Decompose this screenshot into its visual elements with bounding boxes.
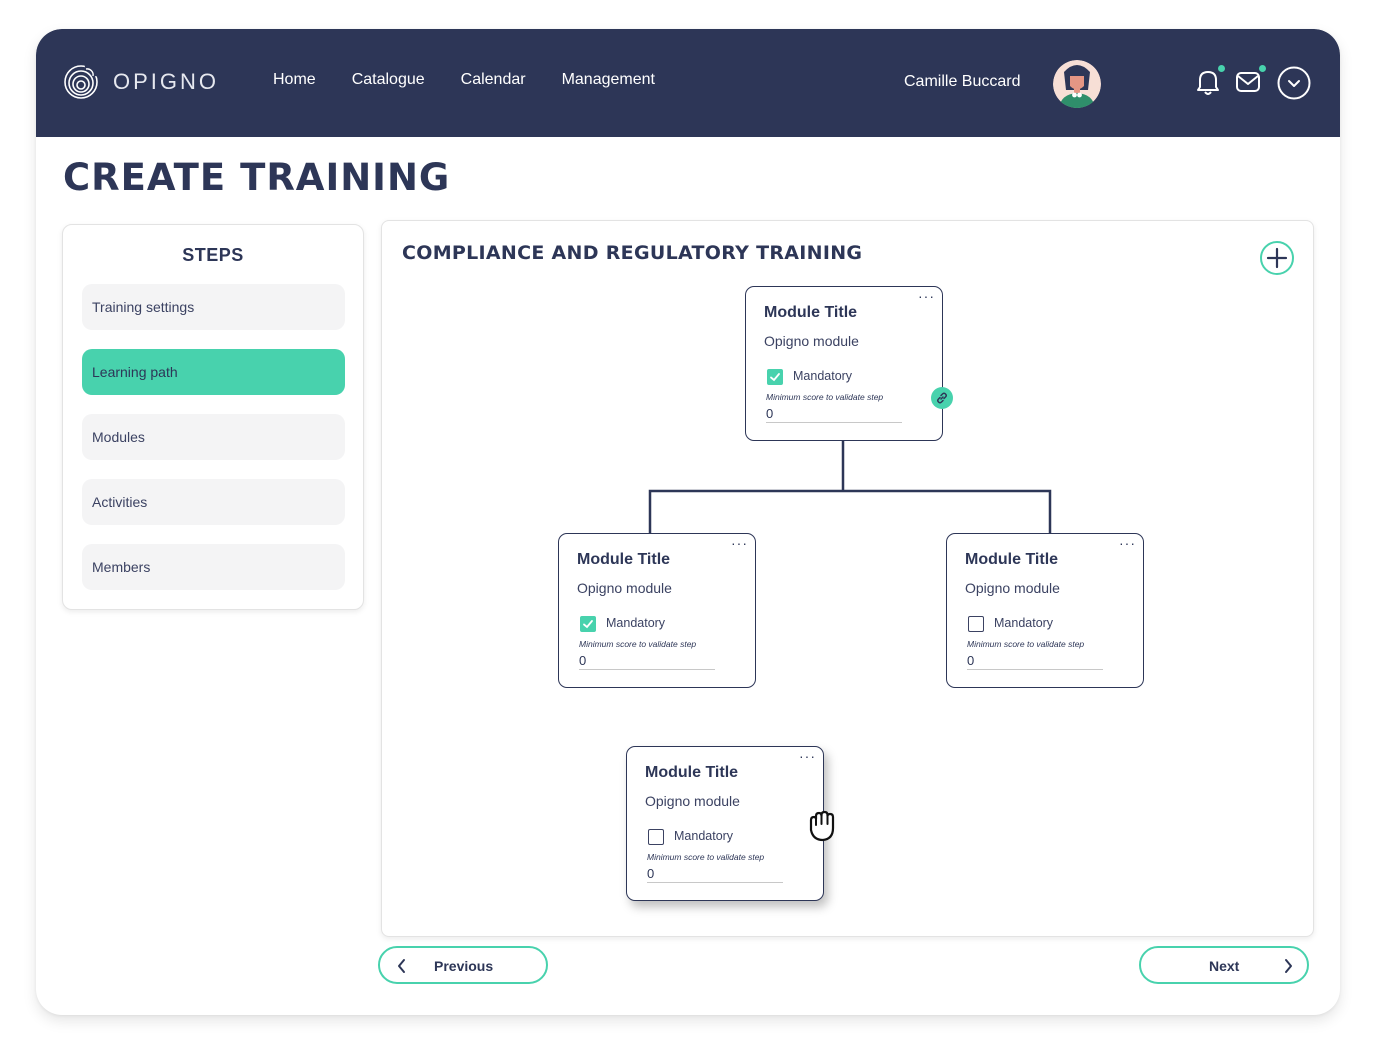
previous-label: Previous <box>434 958 494 974</box>
learning-path-canvas: COMPLIANCE AND REGULATORY TRAINING ··· M… <box>381 220 1314 937</box>
steps-title: STEPS <box>182 245 244 265</box>
module-card[interactable]: ··· Module Title Opigno module Mandatory… <box>558 533 756 688</box>
mandatory-checkbox[interactable] <box>968 616 984 632</box>
opigno-logo-icon <box>64 64 98 99</box>
message-dot <box>1259 65 1266 72</box>
min-score-input[interactable] <box>967 652 1103 670</box>
chevron-right-icon <box>1285 959 1292 973</box>
opigno-logo[interactable]: OPIGNO <box>63 64 219 100</box>
notification-dot <box>1218 65 1225 72</box>
module-title: Module Title <box>764 304 858 321</box>
step-activities[interactable]: Activities <box>82 479 345 525</box>
grab-cursor-icon <box>809 810 835 842</box>
min-score-input[interactable] <box>766 405 902 423</box>
messages-button[interactable] <box>1235 65 1266 102</box>
user-avatar[interactable] <box>1053 60 1101 108</box>
nav-calendar[interactable]: Calendar <box>461 71 526 89</box>
mandatory-label: Mandatory <box>674 829 734 843</box>
top-navbar: OPIGNO Home Catalogue Calendar Managemen… <box>36 29 1340 137</box>
more-options-icon[interactable]: ··· <box>731 536 748 550</box>
min-score-input[interactable] <box>579 652 715 670</box>
mandatory-label: Mandatory <box>994 616 1054 630</box>
step-learning-path[interactable]: Learning path <box>82 349 345 395</box>
module-subtitle: Opigno module <box>965 580 1060 596</box>
checkmark-icon <box>583 620 593 629</box>
mandatory-checkbox[interactable] <box>767 369 783 385</box>
add-module-button[interactable] <box>1260 241 1294 275</box>
more-options-icon[interactable]: ··· <box>799 749 816 763</box>
module-subtitle: Opigno module <box>577 580 672 596</box>
nav-catalogue[interactable]: Catalogue <box>352 71 425 89</box>
user-menu-button[interactable] <box>1277 66 1311 105</box>
min-score-label: Minimum score to validate step <box>766 392 884 402</box>
next-label: Next <box>1209 958 1240 974</box>
module-title: Module Title <box>965 551 1059 568</box>
min-score-label: Minimum score to validate step <box>647 852 765 862</box>
mandatory-checkbox[interactable] <box>648 829 664 845</box>
brand-name: OPIGNO <box>113 69 220 94</box>
bell-icon <box>1197 71 1219 95</box>
step-modules[interactable]: Modules <box>82 414 345 460</box>
more-options-icon[interactable]: ··· <box>918 289 935 303</box>
mandatory-label: Mandatory <box>793 369 853 383</box>
main-nav: Home Catalogue Calendar Management <box>273 71 691 89</box>
steps-panel: STEPS Training settings Learning path Mo… <box>62 224 364 610</box>
mandatory-checkbox[interactable] <box>580 616 596 632</box>
module-card-dragging[interactable]: ··· Module Title Opigno module Mandatory… <box>626 746 824 901</box>
min-score-label: Minimum score to validate step <box>967 639 1085 649</box>
page-title: CREATE TRAINING <box>63 156 451 199</box>
avatar-image <box>1053 60 1101 108</box>
module-card[interactable]: ··· Module Title Opigno module Mandatory… <box>946 533 1144 688</box>
link-module-button[interactable] <box>931 387 953 409</box>
plus-icon <box>1266 247 1288 269</box>
step-members[interactable]: Members <box>82 544 345 590</box>
module-subtitle: Opigno module <box>645 793 740 809</box>
module-card[interactable]: ··· Module Title Opigno module Mandatory… <box>745 286 943 441</box>
min-score-input[interactable] <box>647 865 783 883</box>
user-name[interactable]: Camille Buccard <box>904 73 1020 91</box>
module-title: Module Title <box>645 764 739 781</box>
training-title: COMPLIANCE AND REGULATORY TRAINING <box>402 242 863 264</box>
step-training-settings[interactable]: Training settings <box>82 284 345 330</box>
next-button[interactable]: Next <box>1139 946 1309 984</box>
more-options-icon[interactable]: ··· <box>1119 536 1136 550</box>
checkmark-icon <box>770 373 780 382</box>
module-title: Module Title <box>577 551 671 568</box>
link-icon <box>937 392 947 404</box>
chevron-down-circle-icon <box>1277 66 1311 100</box>
min-score-label: Minimum score to validate step <box>579 639 697 649</box>
previous-button[interactable]: Previous <box>378 946 548 984</box>
connector-line <box>648 439 1052 533</box>
module-subtitle: Opigno module <box>764 333 859 349</box>
app-window: OPIGNO Home Catalogue Calendar Managemen… <box>36 29 1340 1015</box>
mandatory-label: Mandatory <box>606 616 666 630</box>
mail-icon <box>1236 72 1260 92</box>
nav-home[interactable]: Home <box>273 71 316 89</box>
chevron-left-icon <box>398 959 405 973</box>
notifications-button[interactable] <box>1196 65 1225 102</box>
nav-management[interactable]: Management <box>562 71 655 89</box>
